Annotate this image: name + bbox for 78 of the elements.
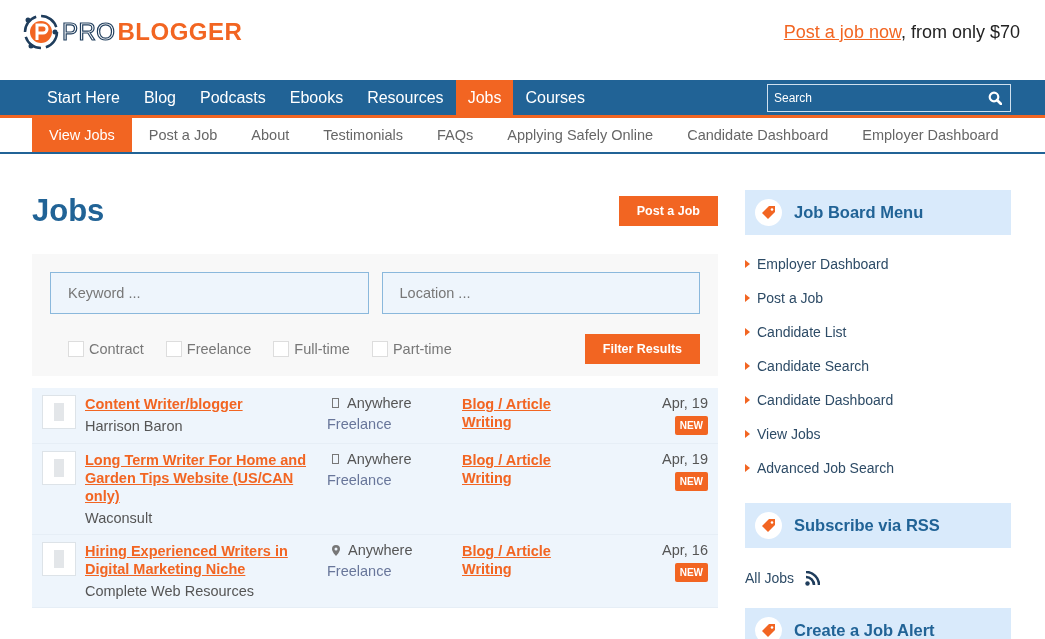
sidebar-link[interactable]: Candidate List (757, 324, 847, 340)
logo-text: BLOGGER (117, 18, 243, 46)
tag-icon (760, 204, 777, 221)
bullet-arrow-icon (745, 396, 750, 404)
company-name: Waconsult (85, 510, 154, 526)
tag-icon (760, 622, 777, 639)
bullet-arrow-icon (745, 294, 750, 302)
company-logo-icon (42, 542, 76, 576)
subnav-tab[interactable]: Employer Dashboard (845, 118, 1016, 152)
new-badge: NEW (674, 472, 708, 491)
checkbox-label: Freelance (186, 341, 252, 357)
subnav-tab[interactable]: View Jobs (32, 118, 132, 152)
subnav-tab[interactable]: About (234, 118, 307, 152)
sidebar-link[interactable]: View Jobs (757, 426, 821, 442)
rss-link[interactable]: All Jobs (745, 570, 795, 586)
widget-title: Create a Job Alert (794, 621, 935, 639)
bullet-arrow-icon (745, 362, 750, 370)
checkbox[interactable] (165, 341, 182, 357)
placeholder-glyph-icon (332, 398, 339, 408)
job-date: Apr, 19 (662, 395, 708, 411)
job-date: Apr, 19 (662, 451, 708, 467)
location-pin-icon (332, 544, 340, 556)
sidebar-link[interactable]: Post a Job (757, 290, 824, 306)
checkbox-label: Part-time (392, 341, 452, 357)
page-title: Jobs (32, 193, 105, 229)
job-location: Anywhere (347, 451, 412, 467)
tag-icon (760, 517, 777, 534)
company-name: Complete Web Resources (85, 583, 255, 599)
new-badge: NEW (674, 416, 708, 435)
logo-text: PRO (62, 18, 116, 46)
nav-tab[interactable]: Ebooks (277, 80, 356, 115)
nav-tab[interactable]: Courses (513, 80, 597, 115)
bullet-arrow-icon (745, 260, 750, 268)
search-icon (988, 90, 1002, 105)
job-location: Anywhere (348, 542, 413, 558)
nav-tab[interactable]: Resources (355, 80, 456, 115)
nav-tab[interactable]: Podcasts (187, 80, 278, 115)
subnav-tab[interactable]: Candidate Dashboard (670, 118, 846, 152)
new-badge: NEW (674, 563, 708, 582)
sidebar-link[interactable]: Candidate Dashboard (757, 392, 894, 408)
filter-button[interactable]: Filter Results (584, 334, 700, 364)
post-job-link[interactable]: Post a job now (783, 21, 901, 42)
logo[interactable]: PRO BLOGGER (22, 13, 243, 51)
job-type: Freelance (327, 563, 393, 579)
job-date: Apr, 16 (662, 542, 708, 558)
widget-title: Subscribe via RSS (794, 516, 940, 535)
job-type: Freelance (327, 416, 393, 432)
company-name: Harrison Baron (85, 418, 184, 434)
checkbox-label: Full-time (294, 341, 350, 357)
company-logo-icon (42, 395, 76, 429)
bullet-arrow-icon (745, 464, 750, 472)
keyword-field[interactable]: Keyword ... (50, 272, 369, 314)
sidebar-link[interactable]: Advanced Job Search (757, 460, 894, 476)
widget-title: Job Board Menu (794, 203, 924, 222)
location-field[interactable]: Location ... (381, 272, 700, 314)
logo-icon (22, 13, 60, 51)
checkbox[interactable] (371, 341, 388, 357)
bullet-arrow-icon (745, 430, 750, 438)
nav-tab[interactable]: Jobs (455, 80, 514, 115)
subnav-tab[interactable]: Post a Job (131, 118, 235, 152)
nav-tab[interactable]: Start Here (35, 80, 132, 115)
subnav-tab[interactable]: Applying Safely Online (490, 118, 671, 152)
job-location: Anywhere (347, 395, 412, 411)
search-field[interactable]: Search (767, 83, 1011, 112)
placeholder-glyph-icon (332, 454, 339, 464)
subnav-tab[interactable]: FAQs (420, 118, 491, 152)
checkbox-label: Contract (89, 341, 144, 357)
sidebar-link[interactable]: Employer Dashboard (757, 256, 889, 272)
job-type: Freelance (327, 472, 393, 488)
rss-icon[interactable] (805, 570, 821, 586)
checkbox[interactable] (68, 341, 84, 357)
subnav-tab[interactable]: Testimonials (306, 118, 421, 152)
bullet-arrow-icon (745, 328, 750, 336)
sidebar-link[interactable]: Candidate Search (757, 358, 870, 374)
post-job-button[interactable]: Post a Job (618, 196, 718, 226)
company-logo-icon (42, 451, 76, 485)
nav-tab[interactable]: Blog (131, 80, 188, 115)
checkbox[interactable] (273, 341, 290, 357)
